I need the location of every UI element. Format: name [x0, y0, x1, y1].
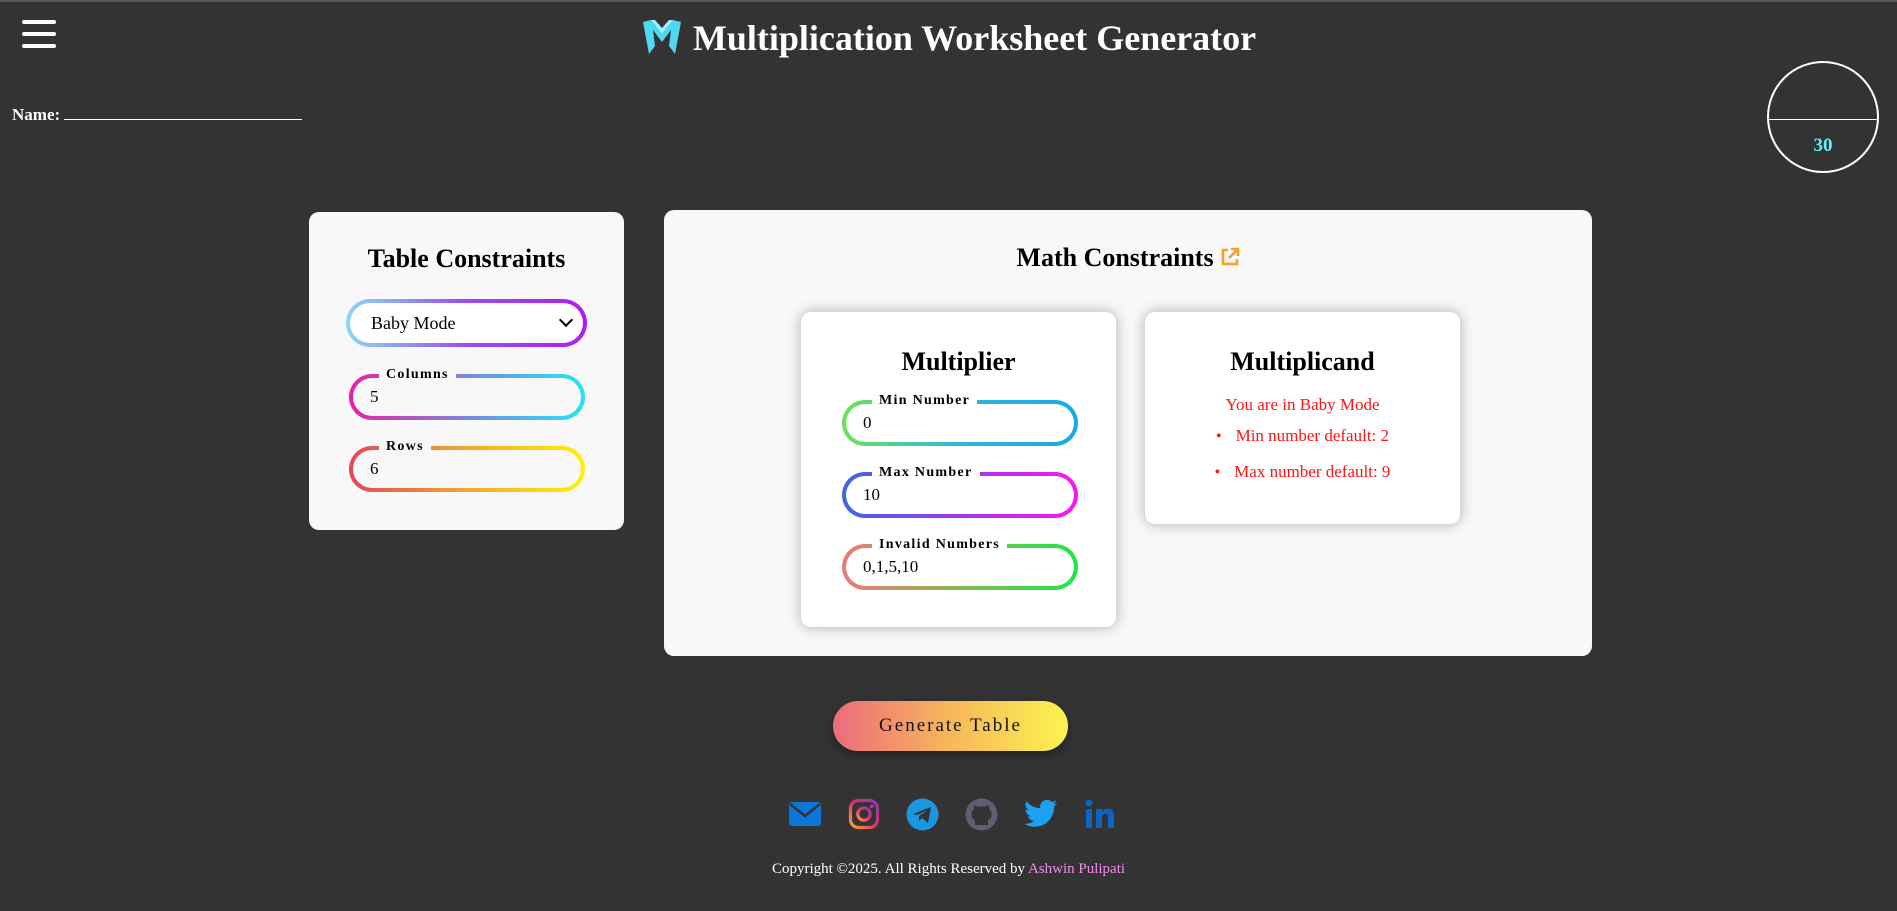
- app-title: Multiplication Worksheet Generator: [0, 16, 1897, 65]
- multiplier-invalid-field[interactable]: Invalid Numbers 0,1,5,10: [842, 537, 1078, 590]
- generate-table-button[interactable]: Generate Table: [833, 701, 1068, 751]
- math-constraints-card: Math Constraints Multiplier Min Number 0…: [664, 210, 1592, 656]
- math-constraints-heading: Math Constraints: [664, 243, 1592, 274]
- min-default-item: Min number default: 2: [1145, 426, 1460, 446]
- multiplicand-title: Multiplicand: [1230, 347, 1375, 376]
- mode-select-value: Baby Mode: [371, 312, 456, 333]
- external-link-icon[interactable]: [1220, 244, 1240, 274]
- min-number-input[interactable]: 0: [846, 404, 1074, 442]
- math-constraints-title: Math Constraints: [1016, 243, 1214, 272]
- chevron-down-icon: [558, 312, 574, 328]
- email-icon[interactable]: [788, 797, 822, 831]
- multiplier-min-field[interactable]: Min Number 0: [842, 393, 1078, 446]
- score-divider: [1769, 119, 1877, 120]
- mode-select[interactable]: Baby Mode: [346, 299, 587, 347]
- instagram-icon[interactable]: [847, 797, 881, 831]
- table-constraints-card: Table Constraints Baby Mode Columns 5 Ro…: [309, 212, 624, 530]
- min-number-label: Min Number: [872, 393, 978, 409]
- copyright-text: Copyright ©2025. All Rights Reserved by: [771, 861, 1028, 877]
- github-icon[interactable]: [965, 797, 999, 831]
- multiplier-title: Multiplier: [901, 347, 1016, 376]
- name-field: Name:: [12, 105, 303, 125]
- telegram-icon[interactable]: [906, 797, 940, 831]
- max-number-input[interactable]: 10: [846, 476, 1074, 514]
- rows-input[interactable]: 6: [353, 450, 581, 488]
- multiplicand-card: Multiplicand You are in Baby Mode Min nu…: [1145, 312, 1460, 524]
- invalid-numbers-input[interactable]: 0,1,5,10: [846, 548, 1074, 586]
- page-title: Multiplication Worksheet Generator: [692, 18, 1257, 58]
- score-value: 30: [1813, 135, 1833, 156]
- max-number-label: Max Number: [872, 465, 980, 481]
- multiplier-max-field[interactable]: Max Number 10: [842, 465, 1078, 518]
- table-constraints-title: Table Constraints: [367, 244, 566, 273]
- linkedin-icon[interactable]: [1083, 797, 1117, 831]
- rows-label: Rows: [379, 439, 431, 455]
- name-label: Name:: [12, 105, 61, 124]
- baby-mode-message: You are in Baby Mode: [1225, 395, 1380, 414]
- rows-field[interactable]: Rows 6: [349, 439, 585, 492]
- columns-label: Columns: [379, 367, 456, 383]
- name-blank-line: [64, 106, 303, 120]
- invalid-numbers-label: Invalid Numbers: [872, 537, 1008, 553]
- columns-input[interactable]: 5: [353, 378, 581, 416]
- score-circle: 30: [1767, 61, 1879, 173]
- max-default-item: Max number default: 9: [1145, 462, 1460, 482]
- columns-field[interactable]: Columns 5: [349, 367, 585, 420]
- multiplier-card: Multiplier Min Number 0 Max Number 10 In…: [801, 312, 1116, 627]
- social-links: [0, 797, 1897, 831]
- author-link[interactable]: Ashwin Pulipati: [1028, 861, 1125, 877]
- app-logo-icon: [641, 16, 683, 65]
- twitter-icon[interactable]: [1023, 797, 1058, 831]
- defaults-list: Min number default: 2 Max number default…: [1145, 426, 1460, 482]
- footer: Copyright ©2025. All Rights Reserved by …: [0, 861, 1897, 878]
